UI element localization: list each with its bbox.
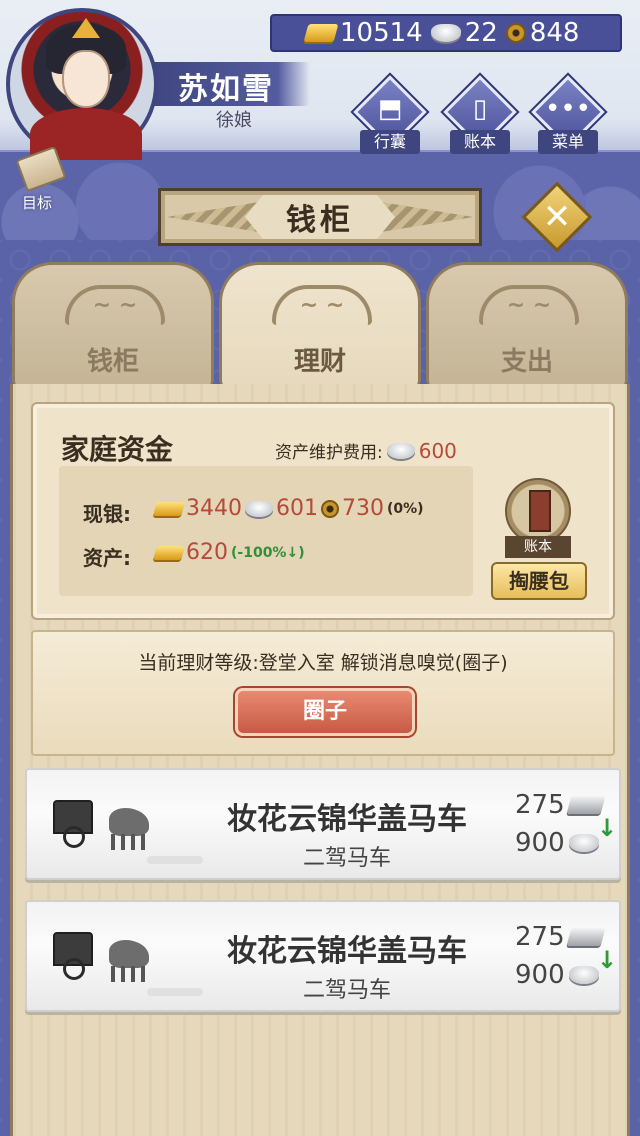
cash-silver: 601 xyxy=(276,496,318,521)
finance-level-text: 当前理财等级:登堂入室 解锁消息嗅觉(圈子) xyxy=(138,652,508,674)
player-name: 苏如雪 xyxy=(178,72,274,107)
silver-ingot-icon xyxy=(568,834,599,852)
cash-change: (0%) xyxy=(387,500,424,517)
main-panel: 家庭资金 资产维护费用: 600 现银: 3440 601 730 (0%) 资… xyxy=(10,384,630,1136)
bag-label: 行囊 xyxy=(360,130,420,154)
silver-bar-icon xyxy=(566,928,606,946)
scroll-icon xyxy=(15,145,67,193)
price-value: 275 xyxy=(515,790,565,820)
price-value: 900 xyxy=(515,828,565,858)
goal-label: 目标 xyxy=(22,194,53,212)
silver-amount: 22 xyxy=(464,18,498,48)
price-value: 900 xyxy=(515,960,565,990)
carriage-wheel xyxy=(63,826,85,848)
price-down-arrow-icon: ↓ xyxy=(597,946,618,974)
funds-title: 家庭资金 xyxy=(61,433,174,466)
price-down-arrow-icon: ↓ xyxy=(597,814,618,842)
cloud-ornament-icon xyxy=(479,285,579,325)
price-silver-bar: 275 xyxy=(515,922,606,952)
asset-gold: 620 xyxy=(186,540,228,565)
carriage-wheel xyxy=(63,958,85,980)
funds-detail-box: 现银: 3440 601 730 (0%) 资产: 620 (-100%↓) xyxy=(59,466,473,596)
ledger-button[interactable]: ▯ 账本 xyxy=(442,75,518,156)
horse-legs xyxy=(111,966,147,982)
family-funds-card: 家庭资金 资产维护费用: 600 现银: 3440 601 730 (0%) 资… xyxy=(31,402,615,620)
cloud-ornament-icon xyxy=(65,285,165,325)
maintenance-fee: 资产维护费用: 600 xyxy=(275,438,457,464)
bag-button[interactable]: ⬒ 行囊 xyxy=(352,75,428,156)
title-banner: 钱柜 xyxy=(158,188,482,246)
goal-button[interactable]: 目标 xyxy=(8,145,70,212)
close-icon[interactable]: ✕ xyxy=(532,192,582,242)
circle-button[interactable]: 圈子 xyxy=(235,688,415,736)
asset-label: 资产: xyxy=(83,546,131,570)
silver-ingot-icon xyxy=(568,966,599,984)
menu-button[interactable]: ••• 菜单 xyxy=(530,75,606,156)
ledger-book-label: 账本 xyxy=(505,536,571,558)
pay-from-pocket-button[interactable]: 掏腰包 xyxy=(491,562,587,600)
gold-ingot-icon xyxy=(303,24,339,42)
copper-amount: 848 xyxy=(529,18,580,48)
gold-amount: 10514 xyxy=(340,18,423,48)
item-subtitle: 二驾马车 xyxy=(302,978,391,1003)
item-subtitle: 二驾马车 xyxy=(302,846,391,871)
cloud-ornament-icon xyxy=(272,285,372,325)
silver-ingot-icon xyxy=(245,500,273,517)
finance-level-card: 当前理财等级:登堂入室 解锁消息嗅觉(圈子) 圈子 xyxy=(31,630,615,756)
gold-ingot-icon xyxy=(153,501,185,516)
tab-label: 支出 xyxy=(500,347,553,377)
price-value: 275 xyxy=(515,922,565,952)
carriage-icon xyxy=(47,926,157,988)
copper-coin-icon xyxy=(505,23,526,43)
asset-change: (-100%↓) xyxy=(231,544,305,561)
asset-values: 620 (-100%↓) xyxy=(153,540,305,565)
item-progress-bar xyxy=(147,988,203,996)
tab-label: 钱柜 xyxy=(86,347,139,377)
player-title: 徐娘 xyxy=(216,110,252,131)
cash-gold: 3440 xyxy=(186,496,242,521)
horse-legs xyxy=(111,834,147,850)
silver-ingot-icon xyxy=(430,24,461,42)
item-name: 妆花云锦华盖马车 xyxy=(227,934,467,969)
item-name: 妆花云锦华盖马车 xyxy=(227,802,467,837)
ledger-label: 账本 xyxy=(450,130,510,154)
currency-bar: 10514 22 848 xyxy=(270,14,622,52)
silver-bar-icon xyxy=(566,796,606,814)
tab-expenses[interactable]: 支出 xyxy=(426,262,628,386)
tab-finance[interactable]: 理财 xyxy=(219,262,421,386)
ledger-book-button[interactable] xyxy=(505,478,571,544)
book-icon xyxy=(529,490,551,532)
fee-value: 600 xyxy=(418,438,457,463)
menu-icon: ••• xyxy=(544,94,591,124)
cash-values: 3440 601 730 (0%) xyxy=(153,496,424,521)
ledger-icon: ▯ xyxy=(472,94,488,124)
carriage-icon xyxy=(47,794,157,856)
bag-icon: ⬒ xyxy=(377,94,403,124)
item-progress-bar xyxy=(147,856,203,864)
page-title: 钱柜 xyxy=(245,195,395,239)
tab-vault[interactable]: 钱柜 xyxy=(12,262,214,386)
menu-label: 菜单 xyxy=(538,130,598,154)
horse-icon xyxy=(109,808,149,836)
fee-label: 资产维护费用: xyxy=(275,443,383,463)
horse-icon xyxy=(109,940,149,968)
cash-copper: 730 xyxy=(342,496,384,521)
avatar[interactable] xyxy=(6,8,158,160)
list-item[interactable]: 妆花云锦华盖马车 二驾马车 275 900 ↓ xyxy=(25,900,621,1012)
avatar-face xyxy=(62,50,110,108)
price-silver-bar: 275 xyxy=(515,790,606,820)
cash-label: 现银: xyxy=(83,502,131,526)
price-silver: 900 xyxy=(515,828,599,858)
silver-ingot-icon xyxy=(386,442,415,459)
tab-label: 理财 xyxy=(293,347,346,377)
copper-coin-icon xyxy=(321,499,339,518)
gold-ingot-icon xyxy=(153,545,185,560)
list-item[interactable]: 妆花云锦华盖马车 二驾马车 275 900 ↓ xyxy=(25,768,621,880)
price-silver: 900 xyxy=(515,960,599,990)
